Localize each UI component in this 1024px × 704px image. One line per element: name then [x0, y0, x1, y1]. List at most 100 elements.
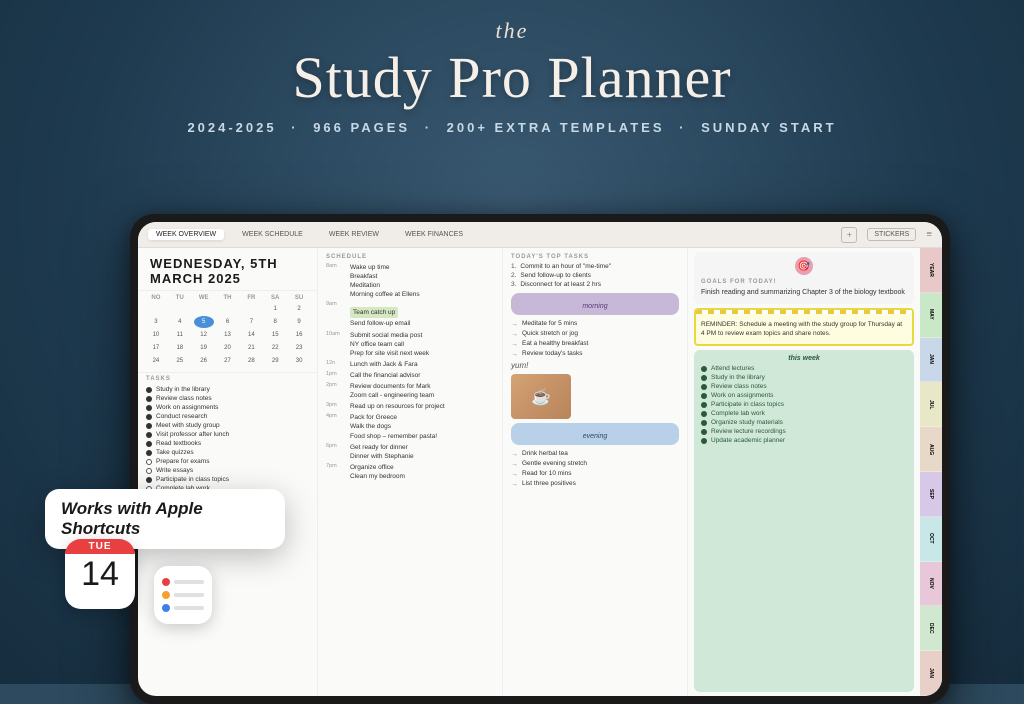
cal-day: 25	[170, 355, 190, 367]
cal-day	[194, 303, 214, 315]
morning-item-text: Meditate for 5 mins	[522, 320, 577, 327]
schedule-event: Pack for Greece	[350, 413, 494, 422]
subtitle-templates: 200+ EXTRA TEMPLATES	[447, 120, 665, 135]
cal-day: 17	[146, 342, 166, 354]
calendar-icon-day-name: TUE	[65, 539, 135, 554]
top-tasks-label: TODAY'S TOP TASKS	[503, 252, 687, 262]
tab-oct[interactable]: OCT	[920, 517, 942, 562]
task-bullet-filled	[146, 387, 152, 393]
tab-jan2-label: JAN	[928, 668, 934, 678]
target-icon: 🎯	[795, 257, 813, 275]
cal-day: 27	[218, 355, 238, 367]
menu-button[interactable]: ≡	[926, 229, 932, 240]
reminder-circle-red	[162, 578, 170, 586]
list-item: Take quizzes	[138, 448, 317, 457]
week-text: Update academic planner	[711, 437, 785, 444]
tab-jul[interactable]: JUL	[920, 382, 942, 427]
cal-day: 26	[194, 355, 214, 367]
time-2pm: 2pm	[326, 382, 346, 400]
schedule-event: Dinner with Stephanie	[350, 452, 494, 461]
tab-week-review[interactable]: WEEK REVIEW	[321, 229, 387, 240]
cal-day: 11	[170, 329, 190, 341]
tab-aug[interactable]: AUG	[920, 427, 942, 472]
column-goals: 🎯 GOALS FOR TODAY! Finish reading and su…	[688, 248, 920, 696]
schedule-1pm: 1pm Call the financial advisor	[318, 370, 502, 381]
task-text: Review class notes	[156, 395, 212, 402]
cal-day: 8	[265, 316, 285, 328]
task-bullet-empty	[146, 459, 152, 465]
time-4pm: 4pm	[326, 413, 346, 440]
schedule-events: Wake up time Breakfast Meditation Mornin…	[350, 263, 494, 299]
schedule-event: Lunch with Jack & Fara	[350, 360, 494, 369]
add-tab-button[interactable]: +	[841, 227, 857, 243]
time-12n: 12n	[326, 360, 346, 369]
tab-sep[interactable]: SEP	[920, 472, 942, 517]
morning-item-1: → Meditate for 5 mins	[503, 319, 687, 329]
evening-item-2: → Gentle evening stretch	[503, 459, 687, 469]
reminder-bar	[174, 593, 204, 597]
cal-day: 4	[170, 316, 190, 328]
task-bullet-empty	[146, 468, 152, 474]
task-bullet-filled	[146, 423, 152, 429]
morning-item-2: → Quick stretch or jog	[503, 329, 687, 339]
cal-day: 3	[146, 316, 166, 328]
dot1: ·	[291, 120, 298, 135]
schedule-events: Organize office Clean my bedroom	[350, 463, 494, 481]
tab-nov[interactable]: NOV	[920, 562, 942, 607]
cal-day: 2	[289, 303, 309, 315]
tab-week-finances[interactable]: WEEK FINANCES	[397, 229, 471, 240]
schedule-event: Zoom call - engineering team	[350, 391, 494, 400]
tab-year-label: YEAR	[928, 263, 934, 277]
cal-day: 1	[265, 303, 285, 315]
this-week-label: this week	[701, 355, 907, 362]
week-item-8: Review lecture recordings	[701, 428, 907, 435]
tab-jan1-label: JAN	[928, 354, 934, 364]
schedule-events: Call the financial advisor	[350, 371, 494, 380]
week-item-7: Organize study materials	[701, 419, 907, 426]
task-text: Take quizzes	[156, 449, 194, 456]
week-bullet	[701, 384, 707, 390]
mini-calendar: NO TU WE TH FR SA SU	[138, 291, 317, 373]
schedule-2pm: 2pm Review documents for Mark Zoom call …	[318, 381, 502, 401]
top-task-num: 3.	[511, 281, 516, 288]
week-bullet	[701, 411, 707, 417]
tablet-topbar: WEEK OVERVIEW WEEK SCHEDULE WEEK REVIEW …	[138, 222, 942, 248]
cal-day: 12	[194, 329, 214, 341]
schedule-events: Get ready for dinner Dinner with Stephan…	[350, 443, 494, 461]
day-no: NO	[146, 295, 166, 301]
stickers-button[interactable]: STICKERS	[867, 228, 916, 241]
week-item-2: Study in the library	[701, 374, 907, 381]
tab-may[interactable]: MAY	[920, 293, 942, 338]
tab-jan2[interactable]: JAN	[920, 651, 942, 696]
task-bullet-filled	[146, 432, 152, 438]
list-item: Work on assignments	[138, 403, 317, 412]
tab-week-overview[interactable]: WEEK OVERVIEW	[148, 229, 224, 240]
header: the Study Pro Planner 2024-2025 · 966 PA…	[0, 18, 1024, 135]
subtitle-pages: 966 PAGES	[313, 120, 410, 135]
tab-dec[interactable]: DEC	[920, 606, 942, 651]
reminder-text: REMINDER: Schedule a meeting with the st…	[701, 320, 907, 340]
week-bullet	[701, 375, 707, 381]
evening-item-text: Gentle evening stretch	[522, 460, 587, 467]
schedule-events: Pack for Greece Walk the dogs Food shop …	[350, 413, 494, 440]
evening-label: evening	[583, 433, 608, 440]
tab-nov-label: NOV	[928, 578, 934, 589]
week-text: Organize study materials	[711, 419, 783, 426]
goals-text: Finish reading and summarizing Chapter 3…	[701, 288, 907, 299]
task-bullet-filled	[146, 414, 152, 420]
tab-oct-label: OCT	[928, 533, 934, 544]
list-item: Study in the library	[138, 385, 317, 394]
evening-section-pill: evening	[511, 423, 679, 445]
subtitle: 2024-2025 · 966 PAGES · 200+ EXTRA TEMPL…	[0, 120, 1024, 135]
tab-jan1[interactable]: JAN	[920, 338, 942, 383]
cal-day: 21	[241, 342, 261, 354]
reminder-bar	[174, 606, 204, 610]
column-schedule: SCHEDULE 8am Wake up time Breakfast Medi…	[318, 248, 503, 696]
morning-item-text: Review today's tasks	[522, 350, 583, 357]
tab-year[interactable]: YEAR	[920, 248, 942, 293]
tab-week-schedule[interactable]: WEEK SCHEDULE	[234, 229, 311, 240]
date-header: WEDNESDAY, 5TH MARCH 2025	[138, 248, 317, 291]
week-item-1: Attend lectures	[701, 365, 907, 372]
schedule-event: Read up on resources for project	[350, 402, 494, 411]
tablet-screen: WEEK OVERVIEW WEEK SCHEDULE WEEK REVIEW …	[138, 222, 942, 696]
